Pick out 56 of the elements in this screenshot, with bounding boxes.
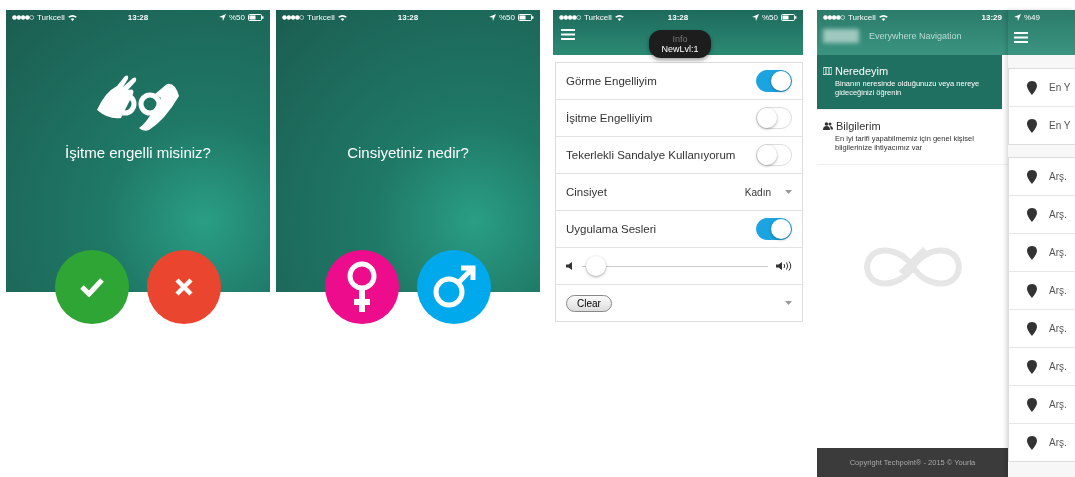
logo-placeholder (823, 29, 859, 43)
male-symbol-icon (431, 264, 477, 310)
battery-icon (248, 13, 264, 21)
time-label: 13:28 (397, 12, 419, 22)
dropdown-caret-icon (785, 190, 792, 194)
signal-icon (823, 14, 845, 20)
battery-label: %50 (762, 12, 778, 22)
carrier-label: Turkcell (307, 12, 335, 22)
location-arrow-icon (1014, 13, 1021, 21)
setting-label: Görme Engelliyim (566, 75, 658, 87)
toggle-switch[interactable] (756, 70, 792, 92)
location-arrow-icon (489, 13, 496, 21)
time-label: 13:28 (127, 12, 149, 22)
wifi-icon (337, 13, 347, 21)
people-icon (823, 122, 833, 130)
hands-icon (95, 74, 181, 134)
setting-label: Cinsiyet (566, 186, 608, 198)
setting-label: İşitme Engelliyim (566, 112, 654, 124)
setting-label: Tekerlekli Sandalye Kullanıyorum (566, 149, 737, 161)
carrier-label: Turkcell (584, 12, 612, 22)
setting-label: Uygulama Sesleri (566, 223, 658, 235)
battery-label: %49 (1024, 12, 1040, 22)
gender-select[interactable]: Kadın (744, 186, 771, 198)
volume-low-icon (566, 262, 574, 270)
map-icon (823, 67, 832, 75)
menu-icon[interactable] (561, 29, 575, 40)
location-arrow-icon (752, 13, 759, 21)
battery-label: %50 (499, 12, 515, 22)
wifi-icon (878, 13, 888, 21)
carrier-label: Turkcell (848, 12, 876, 22)
checkmark-icon (79, 277, 105, 297)
menu-icon[interactable] (1014, 32, 1028, 43)
signal-icon (559, 14, 581, 20)
volume-high-icon (776, 261, 792, 271)
battery-label: %50 (229, 12, 245, 22)
battery-icon (518, 13, 534, 21)
question-text: Cinsiyetiniz nedir? (346, 144, 470, 161)
battery-icon (781, 13, 797, 21)
wifi-icon (67, 13, 77, 21)
app-title: Everywhere Navigation (869, 31, 962, 41)
time-label: 13:28 (667, 12, 689, 22)
cross-icon (174, 277, 194, 297)
dropdown-caret-icon (785, 301, 792, 305)
carrier-label: Turkcell (37, 12, 65, 22)
toast-title: Info (672, 34, 688, 44)
signal-icon (12, 14, 34, 20)
menu-item-title: Bilgilerim (836, 120, 881, 132)
question-text: İşitme engelli misiniz? (64, 144, 212, 161)
toast-text: NewLvl:1 (661, 43, 699, 54)
signal-icon (282, 14, 304, 20)
menu-item-title: Neredeyim (835, 65, 889, 77)
toggle-switch[interactable] (756, 218, 792, 240)
time-label: 13:29 (981, 12, 1002, 22)
location-arrow-icon (219, 13, 226, 21)
clear-button[interactable]: Clear (566, 294, 612, 312)
wifi-icon (614, 13, 624, 21)
